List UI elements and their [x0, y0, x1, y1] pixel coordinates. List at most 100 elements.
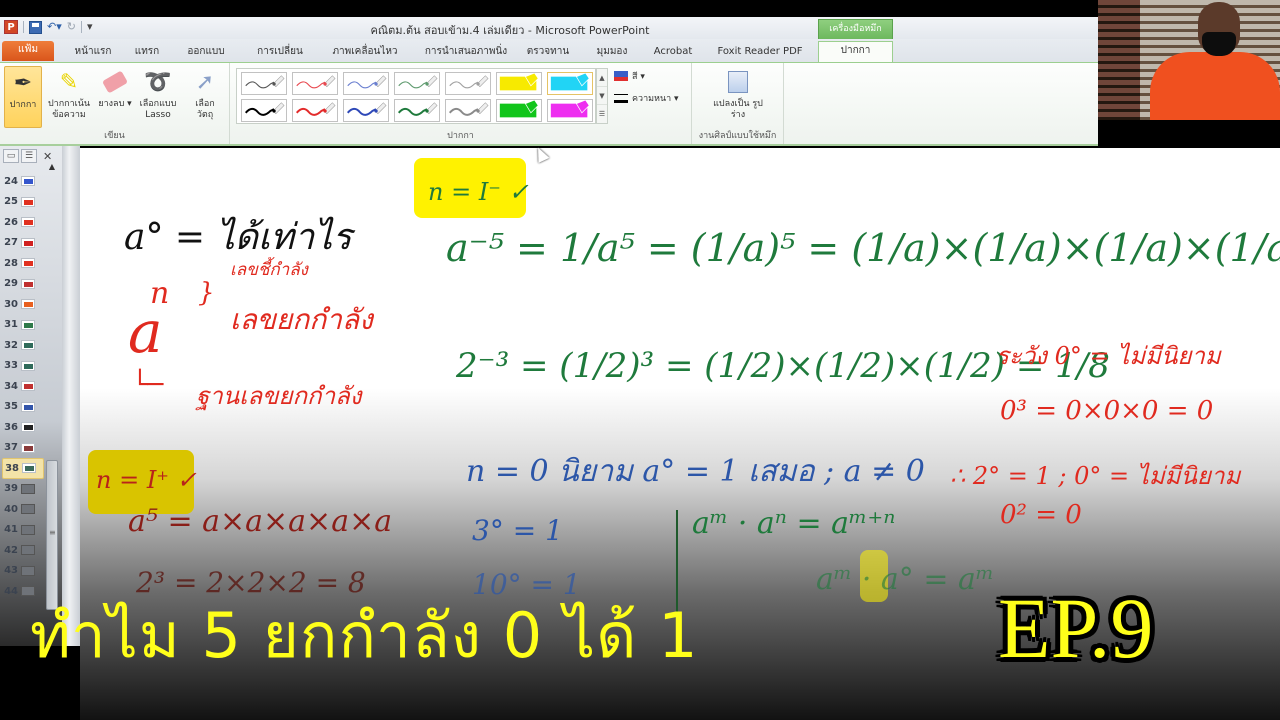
- slide-thumbnail[interactable]: 28: [2, 253, 44, 274]
- eraser-button[interactable]: ยางลบ ▾: [96, 66, 134, 128]
- pen-swatch-pen-thick[interactable]: [394, 99, 440, 122]
- slide-number: 31: [4, 319, 18, 331]
- slide-number: 28: [4, 257, 18, 269]
- pen-button[interactable]: ✒ ปากกา: [4, 66, 42, 128]
- lasso-select-label: เลือกแบบ Lasso: [139, 99, 177, 120]
- tab-review[interactable]: ตรวจทาน: [522, 43, 574, 63]
- slide-number: 44: [4, 585, 18, 597]
- pane-tabs: ▭ ☰: [3, 149, 37, 163]
- undo-icon[interactable]: ↶▾: [47, 20, 62, 34]
- scroll-up-arrow[interactable]: ▲: [45, 162, 59, 171]
- highlighter-button-label: ปากกาเน้น ข้อความ: [47, 99, 91, 120]
- pen-swatch-highlighter[interactable]: [496, 72, 542, 95]
- thumbnail-scrollbar[interactable]: ▲: [45, 150, 59, 630]
- tab-insert[interactable]: แทรก: [126, 43, 168, 63]
- slides-tab[interactable]: ▭: [3, 149, 19, 163]
- pen-style-gallery: [236, 68, 596, 124]
- tab-home[interactable]: หน้าแรก: [62, 43, 124, 63]
- pane-splitter[interactable]: [62, 146, 80, 646]
- slide-number: 35: [4, 401, 18, 413]
- ink-thickness-button[interactable]: ความหนา ▾: [614, 91, 679, 105]
- pen-swatch-pen-thick[interactable]: [445, 99, 491, 122]
- select-objects-label: เลือก วัตถุ: [195, 99, 215, 120]
- pen-swatch-pen-thin[interactable]: [292, 72, 338, 95]
- slide-thumbnail[interactable]: 39: [2, 479, 44, 500]
- gallery-scroll: ▲ ▼ ☰: [596, 68, 608, 124]
- convert-to-shapes-button[interactable]: แปลงเป็น รูปร่าง: [712, 66, 764, 128]
- slide-thumbnail[interactable]: 33: [2, 356, 44, 377]
- ink-exponent-label: เลขชี้กำลัง: [230, 260, 308, 280]
- pens-group-label: ปากกา: [447, 131, 474, 141]
- slide-thumbnail[interactable]: 34: [2, 376, 44, 397]
- powerpoint-app-icon[interactable]: P: [4, 20, 18, 34]
- tab-pens[interactable]: ปากกา: [818, 41, 893, 62]
- ink-thickness-label: ความหนา ▾: [632, 94, 679, 104]
- pen-swatch-highlighter[interactable]: [547, 99, 593, 122]
- slide-preview: [21, 504, 35, 515]
- slide-number: 27: [4, 237, 18, 249]
- slide-thumbnail[interactable]: 24: [2, 171, 44, 192]
- pen-swatch-pen-thin[interactable]: [394, 72, 440, 95]
- slide-thumbnail[interactable]: 27: [2, 233, 44, 254]
- ink-art-group-label: งานศิลป์แบบใช้หมึก: [698, 131, 777, 141]
- lasso-select-button[interactable]: ➰ เลือกแบบ Lasso: [136, 66, 180, 128]
- pen-swatch-pen-thick[interactable]: [241, 99, 287, 122]
- pen-swatch-pen-thick[interactable]: [343, 99, 389, 122]
- slide-thumbnails-pane: ▭ ☰ ✕ 24 25 26 27 28 29 30 31 32 33 34 35 36 37 38 39 40…: [0, 146, 62, 646]
- tab-file[interactable]: แฟ้ม: [2, 41, 54, 61]
- slide-thumbnail[interactable]: 26: [2, 212, 44, 233]
- lasso-icon: ➰: [144, 69, 172, 95]
- highlighter-button[interactable]: ✎ ปากกาเน้น ข้อความ: [46, 66, 92, 128]
- slide-number: 24: [4, 175, 18, 187]
- pen-swatch-highlighter[interactable]: [547, 72, 593, 95]
- tab-acrobat[interactable]: Acrobat: [648, 43, 698, 63]
- tab-animations[interactable]: ภาพเคลื่อนไหว: [322, 43, 408, 63]
- tab-slideshow[interactable]: การนำเสนอภาพนิ่ง: [416, 43, 516, 63]
- ink-zero-note: ระวัง 0° = ไม่มีนิยาม: [996, 342, 1221, 370]
- pen-swatch-pen-thin[interactable]: [241, 72, 287, 95]
- gallery-scroll-up[interactable]: ▲: [597, 69, 607, 87]
- ink-zero-cube: 0³ = 0×0×0 = 0: [1000, 396, 1214, 426]
- tab-view[interactable]: มุมมอง: [588, 43, 636, 63]
- tab-design[interactable]: ออกแบบ: [176, 43, 236, 63]
- slide-thumbnail[interactable]: 36: [2, 417, 44, 438]
- slide-thumbnail[interactable]: 25: [2, 192, 44, 213]
- slide-thumbnail[interactable]: 42: [2, 540, 44, 561]
- slide-thumbnail[interactable]: 35: [2, 397, 44, 418]
- slide-number: 32: [4, 339, 18, 351]
- pen-swatch-pen-thin[interactable]: [445, 72, 491, 95]
- save-icon[interactable]: [29, 20, 42, 34]
- slide-thumbnail[interactable]: 41: [2, 520, 44, 541]
- slide-preview: [22, 463, 36, 474]
- slide-thumbnail[interactable]: 43: [2, 561, 44, 582]
- episode-label: EP.9: [998, 580, 1154, 676]
- slide-number: 40: [4, 503, 18, 515]
- webcam-background-shadow: [1098, 0, 1140, 120]
- ink-color-icon: [614, 71, 628, 81]
- ink-exponent-n: n: [150, 276, 170, 311]
- gallery-scroll-down[interactable]: ▼: [597, 87, 607, 105]
- slide-thumbnail[interactable]: 40: [2, 499, 44, 520]
- ink-ex-3: 3° = 1: [472, 514, 563, 547]
- ribbon: ✒ ปากกา ✎ ปากกาเน้น ข้อความ ยางลบ ▾ ➰ เล…: [0, 63, 1098, 146]
- presenter-orange-shirt: [1150, 52, 1280, 120]
- slide-thumbnail[interactable]: 32: [2, 335, 44, 356]
- slide-thumbnail[interactable]: 38: [2, 458, 44, 479]
- slide-thumbnail[interactable]: 29: [2, 274, 44, 295]
- slide-thumbnail[interactable]: 31: [2, 315, 44, 336]
- tab-transitions[interactable]: การเปลี่ยน: [245, 43, 315, 63]
- presenter-face-mask: [1202, 32, 1236, 56]
- pen-swatch-pen-thick[interactable]: [292, 99, 338, 122]
- ink-color-button[interactable]: สี ▾: [614, 69, 645, 83]
- outline-tab[interactable]: ☰: [21, 149, 37, 163]
- ink-power-label: เลขยกกำลัง: [230, 303, 373, 336]
- slide-thumbnail[interactable]: 30: [2, 294, 44, 315]
- tab-foxit-reader-pdf[interactable]: Foxit Reader PDF: [712, 43, 808, 63]
- select-objects-button[interactable]: ➚ เลือก วัตถุ: [186, 66, 224, 128]
- gallery-more[interactable]: ☰: [597, 105, 607, 123]
- slide-thumbnail[interactable]: 37: [2, 438, 44, 459]
- pen-swatch-highlighter[interactable]: [496, 99, 542, 122]
- redo-icon[interactable]: ↻: [67, 20, 76, 34]
- customize-qat-icon[interactable]: ▾: [87, 20, 93, 34]
- pen-swatch-pen-thin[interactable]: [343, 72, 389, 95]
